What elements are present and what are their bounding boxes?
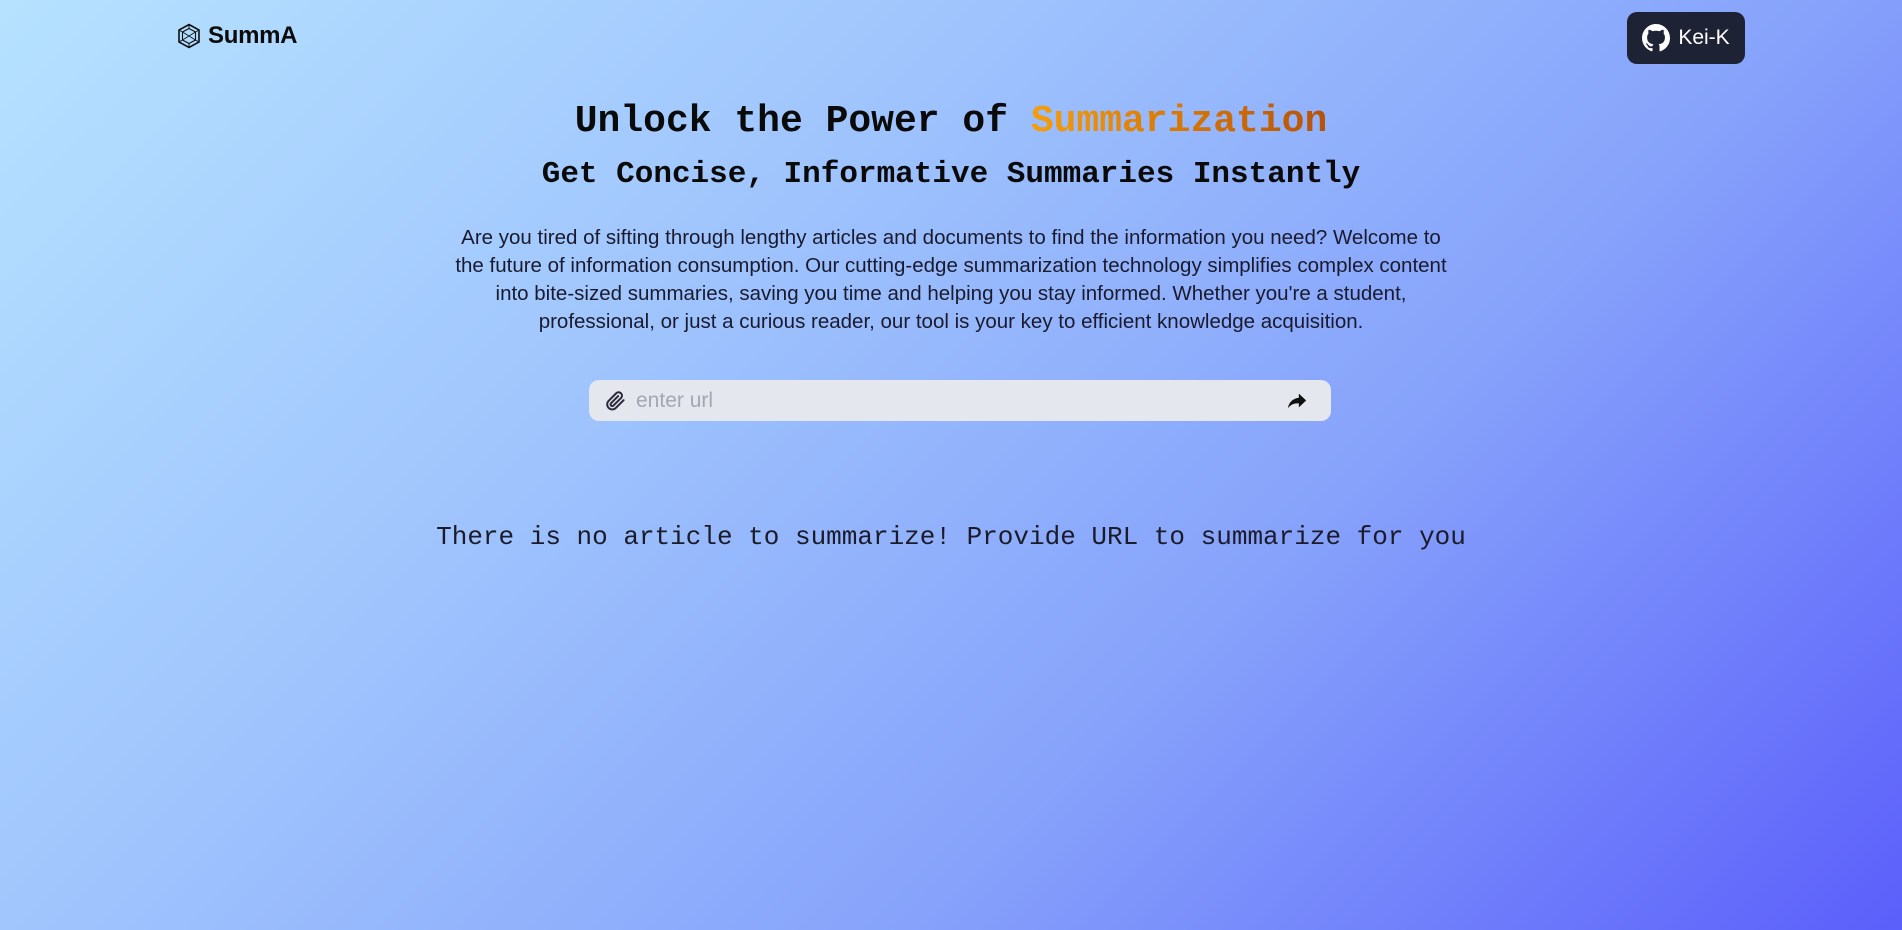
submit-button[interactable] — [1277, 384, 1317, 418]
github-icon — [1642, 24, 1671, 52]
share-arrow-icon — [1287, 393, 1307, 408]
paperclip-icon — [606, 390, 625, 410]
github-button[interactable]: Kei-K — [1627, 12, 1745, 64]
hexagon-logo-icon — [178, 23, 200, 49]
headline-prefix: Unlock the Power of — [574, 100, 1031, 143]
brand-logo[interactable]: SummA — [176, 22, 297, 50]
brand-name: SummA — [208, 22, 298, 49]
empty-state-message: There is no article to summarize! Provid… — [436, 522, 1466, 552]
github-button-label: Kei-K — [1678, 26, 1730, 49]
hero-description: Are you tired of sifting through lengthy… — [455, 226, 1447, 333]
page-subtitle: Get Concise, Informative Summaries Insta… — [541, 157, 1361, 192]
headline-accent: Summarization — [1030, 100, 1328, 143]
top-nav: SummA Kei-K — [0, 0, 1902, 76]
url-input[interactable] — [626, 380, 1277, 421]
hero-section: Unlock the Power of Summarization Get Co… — [0, 96, 1902, 336]
page-title: Unlock the Power of Summarization — [0, 96, 1902, 148]
url-form — [589, 380, 1331, 421]
